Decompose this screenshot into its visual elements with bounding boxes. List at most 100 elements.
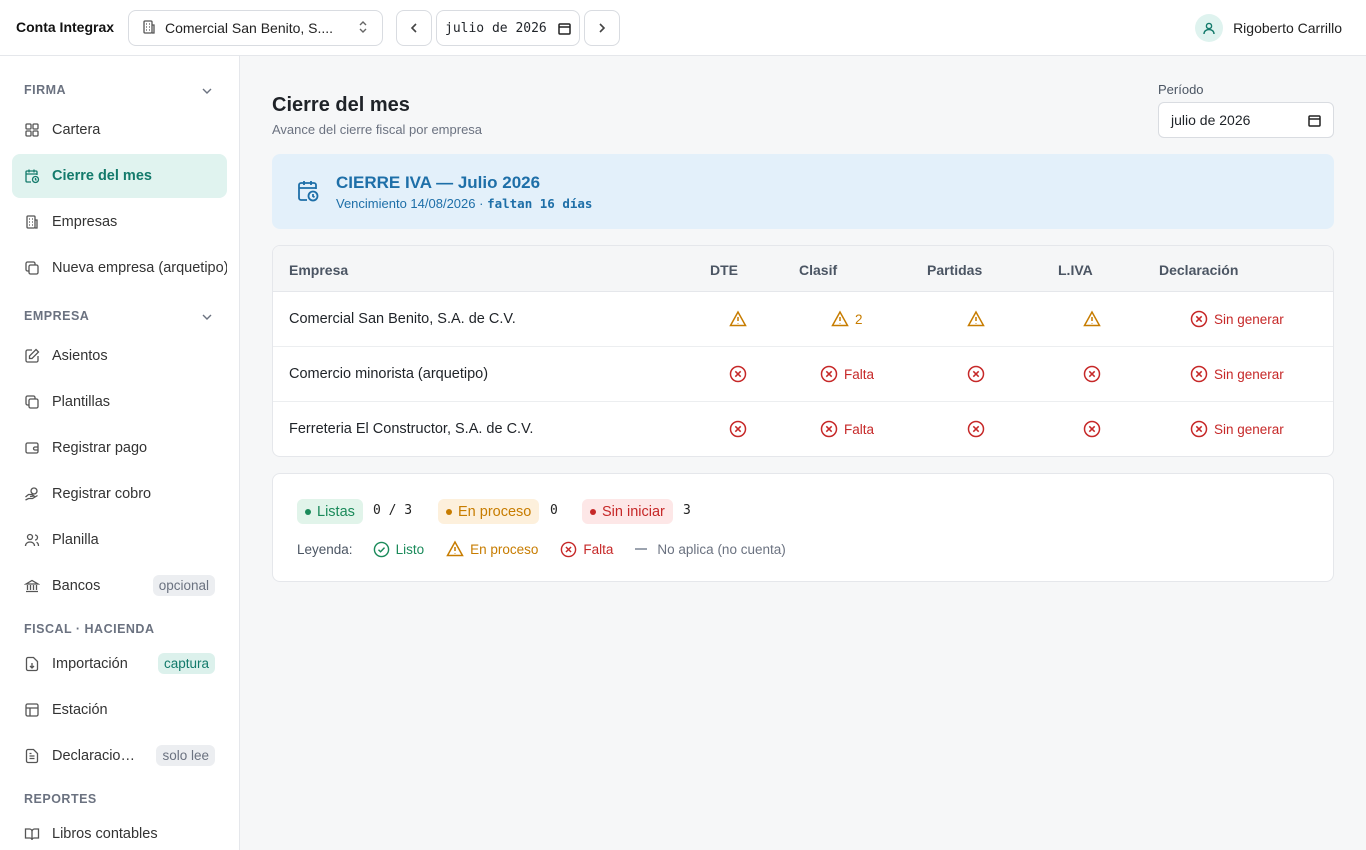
chevrons-up-down-icon: [356, 20, 370, 37]
deadline-banner: CIERRE IVA — Julio 2026 Vencimiento 14/0…: [272, 154, 1334, 229]
table-row[interactable]: Ferreteria El Constructor, S.A. de C.V. …: [273, 402, 1333, 456]
x-circle-icon: [820, 365, 838, 383]
clasif-status: 2: [831, 310, 863, 328]
column-header-clasif: Clasif: [799, 262, 838, 278]
chevron-right-icon: [599, 23, 606, 33]
banner-subtitle: Vencimiento 14/08/2026 · faltan 16 días: [336, 196, 592, 211]
capture-badge: captura: [157, 653, 215, 674]
status-badge-sin-iniciar: Sin iniciar: [582, 499, 673, 524]
next-month-button[interactable]: [584, 10, 620, 46]
company-select-value: Comercial San Benito, S....: [165, 20, 334, 36]
period-input[interactable]: julio de 2026: [1158, 102, 1334, 138]
chevron-down-icon[interactable]: [200, 310, 214, 324]
x-circle-icon: [967, 365, 985, 383]
x-circle-icon: [1190, 420, 1208, 438]
proceso-label: En proceso: [458, 503, 532, 520]
avatar: [1195, 14, 1224, 42]
x-circle-icon: [967, 420, 985, 438]
legend-item-no-aplica: No aplica (no cuenta): [635, 542, 786, 557]
sidebar-item-importacion[interactable]: Importación captura: [12, 642, 227, 686]
legend-falta-label: Falta: [583, 541, 614, 557]
sidebar-item-cartera[interactable]: Cartera: [12, 108, 227, 152]
sidebar-item-plantillas[interactable]: Plantillas: [12, 380, 227, 424]
legend-proceso-label: En proceso: [470, 541, 539, 557]
sidebar-item-asientos[interactable]: Asientos: [12, 334, 227, 378]
chevron-down-icon[interactable]: [200, 84, 214, 98]
x-circle-icon: [729, 420, 747, 438]
declaration-status: Sin generar: [1190, 420, 1284, 438]
hand-coins-icon: [24, 486, 40, 502]
listas-count: 0 / 3: [373, 503, 413, 518]
sidebar-item-registrar-pago[interactable]: Registrar pago: [12, 426, 227, 470]
company-name: Comercio minorista (arquetipo): [289, 366, 489, 382]
x-circle-icon: [729, 365, 747, 383]
check-circle-icon: [373, 541, 389, 557]
sidebar-item-planilla[interactable]: Planilla: [12, 518, 227, 562]
optional-badge: opcional: [152, 575, 215, 596]
x-circle-icon: [820, 420, 838, 438]
sidebar-item-nueva-empresa[interactable]: Nueva empresa (arquetipo): [12, 246, 227, 290]
warning-icon: [831, 310, 849, 327]
sidebar-item-registrar-cobro[interactable]: Registrar cobro: [12, 472, 227, 516]
file-import-icon: [24, 656, 40, 672]
section-firma: FIRMA: [24, 83, 67, 97]
sidebar-item-label: Libros contables: [52, 826, 158, 842]
chevron-left-icon: [410, 23, 417, 33]
period-label: Período: [1158, 82, 1204, 97]
proceso-count: 0: [550, 503, 558, 518]
sidebar-item-label: Cartera: [52, 122, 101, 138]
calendar-clock-icon: [296, 179, 320, 206]
month-input[interactable]: julio de 2026: [436, 10, 580, 46]
sidebar-item-estacion[interactable]: Estación: [12, 688, 227, 732]
user-menu[interactable]: Rigoberto Carrillo: [1195, 14, 1342, 42]
sidebar-item-empresas[interactable]: Empresas: [12, 200, 227, 244]
book-icon: [24, 826, 40, 842]
sidebar-item-libros-contables[interactable]: Libros contables: [12, 812, 227, 850]
table-header: Empresa DTE Clasif Partidas L.IVA Declar…: [273, 246, 1333, 292]
column-header-partidas: Partidas: [927, 262, 983, 278]
column-header-empresa: Empresa: [289, 262, 349, 278]
calendar-icon: [1308, 114, 1321, 127]
top-bar: Conta Integrax Comercial San Benito, S..…: [0, 0, 1366, 56]
month-input-value: julio de 2026: [445, 20, 547, 36]
sin-iniciar-count: 3: [683, 503, 691, 518]
wallet-icon: [24, 440, 40, 456]
table-row[interactable]: Comercial San Benito, S.A. de C.V. 2 Sin…: [273, 292, 1333, 347]
prev-month-button[interactable]: [396, 10, 432, 46]
declaration-text: Sin generar: [1214, 421, 1284, 437]
banner-title: CIERRE IVA — Julio 2026: [336, 173, 541, 192]
sidebar-item-label: Estación: [52, 702, 108, 718]
clasif-status: Falta: [820, 365, 874, 383]
bank-icon: [24, 578, 40, 594]
copy-icon: [24, 394, 40, 410]
sidebar-item-bancos[interactable]: Bancos opcional: [12, 564, 227, 608]
legend-title: Leyenda:: [297, 541, 353, 557]
warning-icon: [967, 310, 985, 328]
warning-icon: [729, 310, 747, 328]
legend-listo-label: Listo: [395, 541, 425, 557]
column-header-dte: DTE: [710, 262, 738, 278]
sidebar-item-label: Nueva empresa (arquetipo): [52, 260, 227, 276]
company-select[interactable]: Comercial San Benito, S....: [128, 10, 383, 46]
sidebar-item-label: Registrar cobro: [52, 486, 152, 502]
x-circle-icon: [1083, 365, 1101, 383]
summary-card: Listas 0 / 3 En proceso 0 Sin iniciar 3 …: [272, 473, 1334, 582]
app-title: Conta Integrax: [16, 19, 115, 35]
sidebar-item-label: Declaraciones: [52, 748, 140, 764]
table-row[interactable]: Comercio minorista (arquetipo) Falta Sin…: [273, 347, 1333, 402]
legend: Leyenda: Listo En proceso Falta No aplic…: [297, 540, 808, 558]
sidebar-item-label: Planilla: [52, 532, 99, 548]
edit-icon: [24, 348, 40, 364]
company-name: Comercial San Benito, S.A. de C.V.: [289, 311, 516, 327]
legend-item-listo: Listo: [373, 541, 425, 558]
column-header-declaracion: Declaración: [1159, 262, 1239, 278]
building-icon: [24, 214, 40, 230]
sidebar-item-cierre-del-mes[interactable]: Cierre del mes: [12, 154, 227, 198]
company-name: Ferreteria El Constructor, S.A. de C.V.: [289, 421, 534, 437]
banner-days-remaining: faltan 16 días: [487, 196, 593, 211]
sidebar-item-declaraciones[interactable]: Declaraciones solo lee: [12, 734, 227, 778]
copy-icon: [24, 260, 40, 276]
sidebar-item-label: Empresas: [52, 214, 118, 230]
declaration-text: Sin generar: [1214, 366, 1284, 382]
x-circle-icon: [1190, 365, 1208, 383]
